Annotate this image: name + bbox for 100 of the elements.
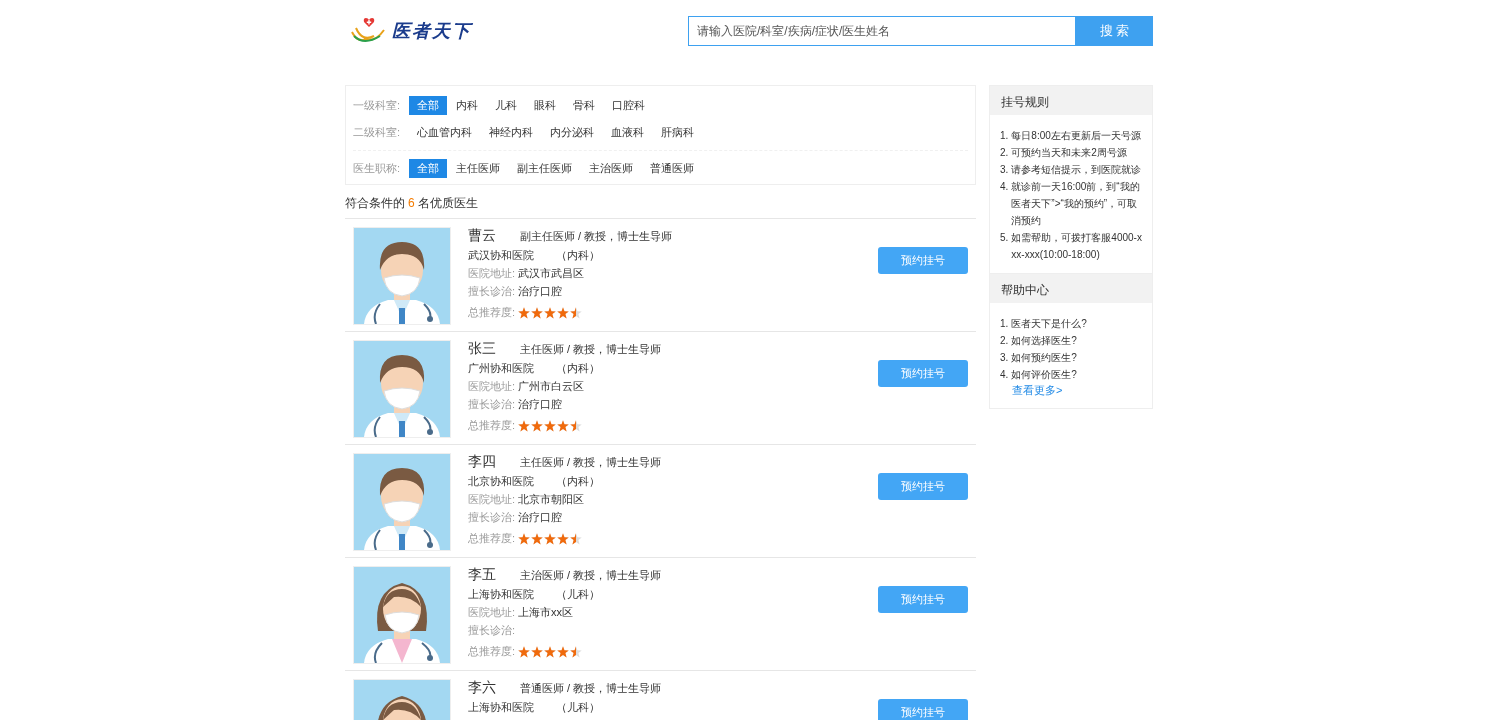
item-number: 4. (1000, 368, 1009, 382)
search-field[interactable]: 请输入医院/科室/疾病/症状/医生姓名 (688, 16, 1076, 46)
item-number: 4. (1000, 180, 1009, 194)
doctor-name: 张三 (468, 340, 496, 358)
filter-option[interactable]: 口腔科 (604, 96, 653, 115)
panel-item: 医者天下是什么? (1011, 317, 1087, 331)
doctor-name: 李四 (468, 453, 496, 471)
hospital-name: 广州协和医院 (468, 361, 534, 376)
filter-option[interactable]: 主治医师 (581, 159, 641, 178)
panel-title: 挂号规则 (990, 86, 1152, 115)
star-icon (544, 306, 556, 319)
filter-label: 医生职称: (353, 161, 402, 176)
hospital-address: 北京市朝阳区 (518, 492, 584, 507)
panel-item: 每日8:00左右更新后一天号源 (1011, 129, 1141, 143)
panel-item: 就诊前一天16:00前，到“我的医者天下”>“我的预约”，可取消预约 (1011, 180, 1141, 228)
filter-option[interactable]: 内分泌科 (542, 123, 602, 142)
star-icon (544, 419, 556, 432)
specialty-label: 擅长诊治: (468, 623, 517, 638)
filter-option[interactable]: 心血管内科 (409, 123, 480, 142)
result-summary: 符合条件的 6 名优质医生 (345, 195, 479, 212)
specialty: 治疗口腔 (518, 284, 562, 299)
star-icon (557, 306, 569, 319)
hospital-address: 上海市xx区 (518, 605, 573, 620)
filter-option[interactable]: 肝病科 (653, 123, 702, 142)
item-number: 2. (1000, 334, 1009, 348)
specialty-label: 擅长诊治: (468, 397, 517, 412)
star-icon (570, 645, 582, 658)
doctor-name: 李六 (468, 679, 496, 697)
rating-label: 总推荐度: (468, 644, 517, 659)
department: （儿科） (556, 587, 600, 602)
doctor-name: 李五 (468, 566, 496, 584)
logo-icon (350, 18, 388, 44)
see-more-link[interactable]: 查看更多> (1012, 383, 1146, 398)
star-icon (570, 419, 582, 432)
filter-option[interactable]: 儿科 (487, 96, 525, 115)
logo-text: 医者天下 (392, 19, 472, 43)
panel-item: 如何评价医生? (1011, 368, 1077, 382)
star-icon (557, 532, 569, 545)
item-number: 2. (1000, 146, 1009, 160)
panel-item: 如何选择医生? (1011, 334, 1077, 348)
panel-title: 帮助中心 (990, 274, 1152, 303)
department: （内科） (556, 248, 600, 263)
doctor-title: 普通医师 / 教授，博士生导师 (520, 680, 662, 696)
doctor-name: 曹云 (468, 227, 496, 245)
hospital-name: 上海协和医院 (468, 700, 534, 715)
doctor-title: 主任医师 / 教授，博士生导师 (520, 341, 662, 357)
star-icon (544, 645, 556, 658)
star-icon (531, 645, 543, 658)
specialty-label: 擅长诊治: (468, 284, 517, 299)
rating-label: 总推荐度: (468, 305, 517, 320)
doctor-title: 主治医师 / 教授，博士生导师 (520, 567, 662, 583)
item-number: 3. (1000, 351, 1009, 365)
doctor-title: 副主任医师 / 教授，博士生导师 (520, 228, 673, 244)
specialty: 治疗口腔 (518, 510, 562, 525)
filter-option[interactable]: 骨科 (565, 96, 603, 115)
hospital-name: 上海协和医院 (468, 587, 534, 602)
star-icon (570, 306, 582, 319)
panel-item: 如需帮助，可拨打客服4000-xxx-xxx(10:00-18:00) (1011, 231, 1143, 262)
rating-label: 总推荐度: (468, 418, 517, 433)
panel-item: 可预约当天和未来2周号源 (1011, 146, 1127, 160)
filter-option[interactable]: 主任医师 (448, 159, 508, 178)
star-icon (570, 532, 582, 545)
filter-option[interactable]: 眼科 (526, 96, 564, 115)
doctor-title: 主任医师 / 教授，博士生导师 (520, 454, 662, 470)
hospital-name: 北京协和医院 (468, 474, 534, 489)
star-icon (518, 419, 530, 432)
hospital-address: 广州市白云区 (518, 379, 584, 394)
hospital-address: 武汉市武昌区 (518, 266, 584, 281)
filter-label: 二级科室: (353, 125, 402, 140)
star-icon (544, 532, 556, 545)
star-icon (518, 532, 530, 545)
filter-option[interactable]: 副主任医师 (509, 159, 580, 178)
specialty: 治疗口腔 (518, 397, 562, 412)
address-label: 医院地址: (468, 379, 517, 394)
star-icon (518, 306, 530, 319)
filter-option[interactable]: 普通医师 (642, 159, 702, 178)
star-icon (557, 645, 569, 658)
item-number: 3. (1000, 163, 1009, 177)
filter-option[interactable]: 血液科 (603, 123, 652, 142)
panel-item: 如何预约医生? (1011, 351, 1077, 365)
star-icon (531, 532, 543, 545)
department: （内科） (556, 361, 600, 376)
star-icon (557, 419, 569, 432)
filter-option[interactable]: 全部 (409, 96, 447, 115)
filter-option[interactable]: 全部 (409, 159, 447, 178)
star-icon (531, 306, 543, 319)
department: （内科） (556, 474, 600, 489)
panel-item: 请参考短信提示，到医院就诊 (1011, 163, 1142, 177)
specialty-label: 擅长诊治: (468, 510, 517, 525)
filter-option[interactable]: 神经内科 (481, 123, 541, 142)
department: （儿科） (556, 700, 600, 715)
address-label: 医院地址: (468, 605, 517, 620)
rating-label: 总推荐度: (468, 531, 517, 546)
item-number: 1. (1000, 129, 1009, 143)
star-icon (518, 645, 530, 658)
address-label: 医院地址: (468, 266, 517, 281)
item-number: 5. (1000, 231, 1009, 245)
hospital-name: 武汉协和医院 (468, 248, 534, 263)
filter-label: 一级科室: (353, 98, 402, 113)
filter-option[interactable]: 内科 (448, 96, 486, 115)
